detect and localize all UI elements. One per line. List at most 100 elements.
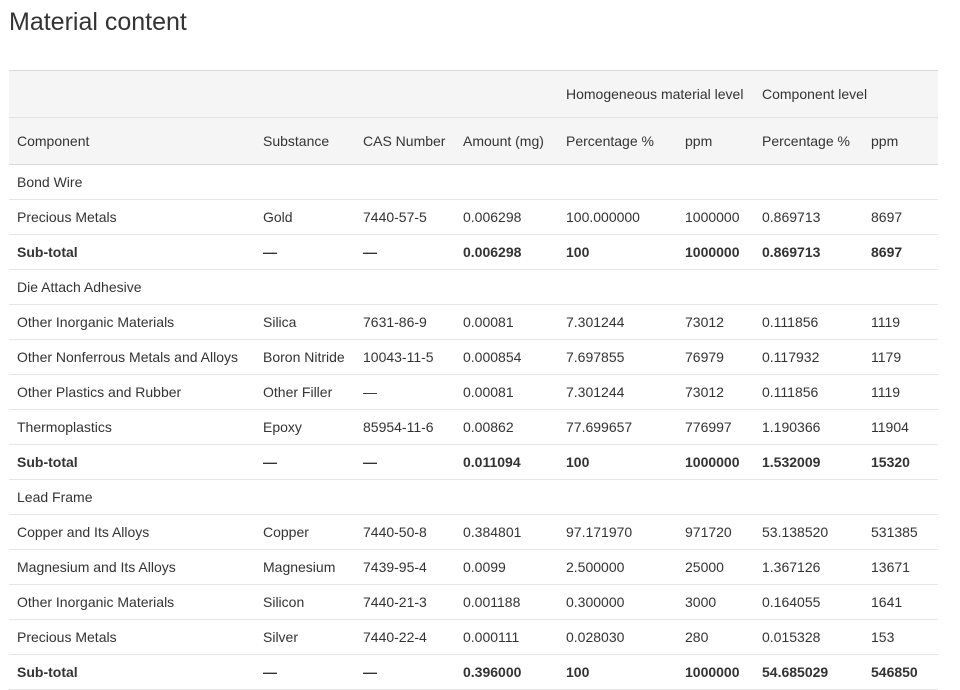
cell-component-percentage: 0.164055	[754, 584, 863, 620]
cell-substance: Copper	[255, 514, 355, 550]
table-row: Other Inorganic Materials Silicon 7440-21-…	[9, 584, 938, 620]
cell-homogeneous-ppm: 280	[677, 619, 754, 655]
cell-homogeneous-ppm: 25000	[677, 549, 754, 585]
material-content-table: Homogeneous material level Component lev…	[9, 70, 938, 690]
cell-cas-number: 10043-11-5	[355, 339, 455, 375]
cell-homogeneous-ppm: 1000000	[677, 199, 754, 235]
group-header-homogeneous: Homogeneous material level	[558, 70, 754, 118]
cell-substance: Silver	[255, 619, 355, 655]
cell-component: Copper and Its Alloys	[9, 514, 255, 550]
cell-component-ppm: 8697	[863, 234, 938, 270]
cell-component-percentage: 1.190366	[754, 409, 863, 445]
cell-component: Other Inorganic Materials	[9, 584, 255, 620]
page-title: Material content	[9, 8, 187, 36]
cell-homogeneous-ppm: 76979	[677, 339, 754, 375]
cell-homogeneous-ppm: 73012	[677, 374, 754, 410]
cell-homogeneous-percentage: 97.171970	[558, 514, 677, 550]
table-row: Magnesium and Its Alloys Magnesium 7439-95…	[9, 549, 938, 585]
cell-component-ppm: 13671	[863, 549, 938, 585]
cell-homogeneous-ppm: 971720	[677, 514, 754, 550]
cell-cas-number: 7440-21-3	[355, 584, 455, 620]
subtotal-row: Sub-total — —0.006298 100 1000000 0.869713 869…	[9, 234, 938, 270]
cell-cas-number: —	[355, 444, 455, 480]
cell-substance: —	[255, 444, 355, 480]
cell-substance: Silicon	[255, 584, 355, 620]
table-row: Other Nonferrous Metals and Alloys Boron …	[9, 339, 938, 375]
cell-substance: Silica	[255, 304, 355, 340]
cell-component-percentage: 0.111856	[754, 374, 863, 410]
cell-homogeneous-percentage: 100	[558, 444, 677, 480]
column-header-homogeneous-percentage: Percentage %	[558, 117, 677, 165]
cell-substance: Other Filler	[255, 374, 355, 410]
cell-homogeneous-percentage: 77.699657	[558, 409, 677, 445]
cell-amount: 0.396000	[455, 654, 558, 690]
cell-homogeneous-percentage: 100.000000	[558, 199, 677, 235]
column-header-component-percentage: Percentage %	[754, 117, 863, 165]
group-header-component-level: Component level	[754, 70, 938, 118]
cell-component-ppm: 1119	[863, 304, 938, 340]
cell-cas-number: 7440-22-4	[355, 619, 455, 655]
column-header-cas-number: CAS Number	[355, 117, 455, 165]
cell-amount: 0.000111	[455, 619, 558, 655]
table-row: Copper and Its Alloys Copper 7440-50-8 0.38…	[9, 514, 938, 550]
table-row: Thermoplastics Epoxy 85954-11-6 0.00862 77.6…	[9, 409, 938, 445]
cell-cas-number: 7439-95-4	[355, 549, 455, 585]
cell-component-ppm: 153	[863, 619, 938, 655]
cell-component-ppm: 1641	[863, 584, 938, 620]
cell-component: Other Plastics and Rubber	[9, 374, 255, 410]
cell-component-ppm: 15320	[863, 444, 938, 480]
cell-amount: 0.006298	[455, 199, 558, 235]
cell-component: Sub-total	[9, 654, 255, 690]
cell-component: Sub-total	[9, 444, 255, 480]
cell-homogeneous-ppm: 3000	[677, 584, 754, 620]
cell-substance: —	[255, 234, 355, 270]
cell-cas-number: 85954-11-6	[355, 409, 455, 445]
cell-component: Other Inorganic Materials	[9, 304, 255, 340]
cell-component-percentage: 0.869713	[754, 234, 863, 270]
cell-homogeneous-percentage: 100	[558, 234, 677, 270]
cell-component: Thermoplastics	[9, 409, 255, 445]
section-label: Bond Wire	[9, 164, 938, 200]
cell-component-percentage: 0.111856	[754, 304, 863, 340]
table-row: Other Inorganic Materials Silica 7631-86-9…	[9, 304, 938, 340]
cell-amount: 0.011094	[455, 444, 558, 480]
cell-cas-number: 7440-50-8	[355, 514, 455, 550]
cell-component-ppm: 1119	[863, 374, 938, 410]
column-header-amount: Amount (mg)	[455, 117, 558, 165]
cell-component-percentage: 1.532009	[754, 444, 863, 480]
cell-component-ppm: 546850	[863, 654, 938, 690]
cell-homogeneous-ppm: 1000000	[677, 654, 754, 690]
cell-homogeneous-percentage: 7.301244	[558, 304, 677, 340]
cell-homogeneous-percentage: 0.300000	[558, 584, 677, 620]
section-label: Die Attach Adhesive	[9, 269, 938, 305]
cell-component-ppm: 8697	[863, 199, 938, 235]
column-header-homogeneous-ppm: ppm	[677, 117, 754, 165]
column-header-row: Component Substance CAS Number Amount (m…	[9, 117, 938, 165]
cell-amount: 0.001188	[455, 584, 558, 620]
cell-component: Precious Metals	[9, 199, 255, 235]
group-header-spacer	[9, 70, 558, 118]
column-header-component-ppm: ppm	[863, 117, 938, 165]
cell-homogeneous-percentage: 7.301244	[558, 374, 677, 410]
cell-component-ppm: 531385	[863, 514, 938, 550]
cell-substance: Gold	[255, 199, 355, 235]
cell-component-ppm: 1179	[863, 339, 938, 375]
cell-component-percentage: 1.367126	[754, 549, 863, 585]
cell-component: Other Nonferrous Metals and Alloys	[9, 339, 255, 375]
table-row: Other Plastics and Rubber Other Filler — 0.…	[9, 374, 938, 410]
cell-homogeneous-percentage: 7.697855	[558, 339, 677, 375]
cell-homogeneous-percentage: 100	[558, 654, 677, 690]
cell-homogeneous-percentage: 0.028030	[558, 619, 677, 655]
column-header-substance: Substance	[255, 117, 355, 165]
cell-cas-number: 7631-86-9	[355, 304, 455, 340]
cell-homogeneous-ppm: 73012	[677, 304, 754, 340]
cell-amount: 0.000854	[455, 339, 558, 375]
cell-component-percentage: 53.138520	[754, 514, 863, 550]
cell-cas-number: —	[355, 374, 455, 410]
cell-component-percentage: 0.869713	[754, 199, 863, 235]
section-label: Lead Frame	[9, 479, 938, 515]
cell-amount: 0.384801	[455, 514, 558, 550]
table-body: Bond Wire Precious Metals Gold 7440-57-5 0.0…	[9, 164, 938, 690]
cell-cas-number: —	[355, 654, 455, 690]
column-header-component: Component	[9, 117, 255, 165]
